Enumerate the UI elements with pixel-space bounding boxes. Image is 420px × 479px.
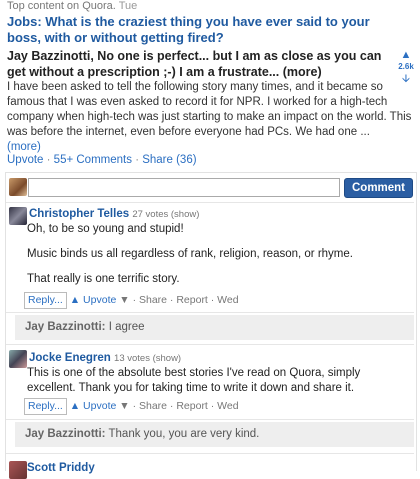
question-title[interactable]: Jobs: What is the craziest thing you hav… — [7, 14, 377, 46]
comment-text: Oh, to be so young and stupid! — [27, 223, 184, 235]
reply-item: Jay Bazzinotti: Thank you, you are very … — [15, 422, 414, 447]
comment-author-name[interactable]: Scott Priddy — [27, 462, 95, 474]
answer-body: I have been asked to tell the following … — [7, 80, 412, 155]
reply-item: Jay Bazzinotti: I agree — [15, 315, 414, 340]
reply-text: I agree — [108, 321, 145, 333]
avatar — [9, 350, 27, 368]
avatar — [9, 461, 27, 479]
feed-date: Tue — [118, 0, 138, 12]
answer-actions: Upvote · 55+ Comments · Share (36) — [7, 154, 197, 166]
share-link[interactable]: Share (36) — [142, 154, 196, 166]
comment-votes[interactable]: 27 votes (show) — [132, 209, 199, 220]
comment-upvote-link[interactable]: ▲ Upvote — [70, 294, 117, 306]
feed-source-label: Top content on Quora. — [7, 0, 116, 12]
arrow-up-icon[interactable]: ▲ — [396, 50, 416, 61]
reply-button[interactable]: Reply... — [24, 292, 67, 309]
answer-author-bio: Jay Bazzinotti, No one is perfect... but… — [7, 48, 387, 80]
comment-author[interactable]: Christopher Telles 27 votes (show) — [29, 208, 199, 220]
feed-source: Top content on Quora. Tue — [7, 0, 137, 12]
comment-upvote-link[interactable]: ▲ Upvote — [70, 400, 117, 412]
vote-count: 2.6k — [398, 62, 414, 71]
comment-text: That really is one terrific story. — [27, 273, 180, 285]
divider — [6, 453, 414, 454]
divider — [6, 312, 414, 313]
comment-text: Music binds us all regardless of rank, r… — [27, 248, 353, 260]
comment-meta[interactable]: ▼ · Share · Report · Wed — [119, 400, 238, 412]
quora-feed: Top content on Quora. Tue Jobs: What is … — [0, 0, 420, 479]
author-bio-text: Jay Bazzinotti, No one is perfect... but… — [7, 49, 382, 79]
divider — [6, 202, 414, 203]
comment-actions: Reply... ▲ Upvote ▼ · Share · Report · W… — [24, 292, 239, 309]
answer-body-text: I have been asked to tell the following … — [7, 81, 412, 138]
reply-text: Thank you, you are very kind. — [108, 428, 260, 440]
bio-more-link[interactable]: (more) — [283, 65, 322, 79]
comment-button[interactable]: Comment — [344, 178, 413, 198]
comment-author[interactable]: Jocke Enegren 13 votes (show) — [29, 352, 181, 364]
separator: · — [46, 154, 54, 166]
reply-button[interactable]: Reply... — [24, 398, 67, 415]
upvote-link[interactable]: Upvote — [7, 154, 43, 166]
comment-votes[interactable]: 13 votes (show) — [114, 353, 181, 364]
comment-input[interactable] — [28, 178, 340, 197]
comments-link[interactable]: 55+ Comments — [54, 154, 132, 166]
divider — [6, 344, 414, 345]
answer-more-link[interactable]: (more) — [7, 141, 41, 153]
reply-author[interactable]: Jay Bazzinotti: — [25, 321, 106, 333]
avatar — [9, 207, 27, 225]
comment-author-name[interactable]: Christopher Telles — [29, 208, 129, 220]
avatar — [9, 178, 27, 196]
reply-author[interactable]: Jay Bazzinotti: — [25, 428, 106, 440]
comment-text: This is one of the absolute best stories… — [27, 367, 361, 394]
comment-meta[interactable]: ▼ · Share · Report · Wed — [119, 294, 238, 306]
divider — [6, 419, 414, 420]
comment-actions: Reply... ▲ Upvote ▼ · Share · Report · W… — [24, 398, 239, 415]
comment-author-name[interactable]: Jocke Enegren — [29, 352, 111, 364]
